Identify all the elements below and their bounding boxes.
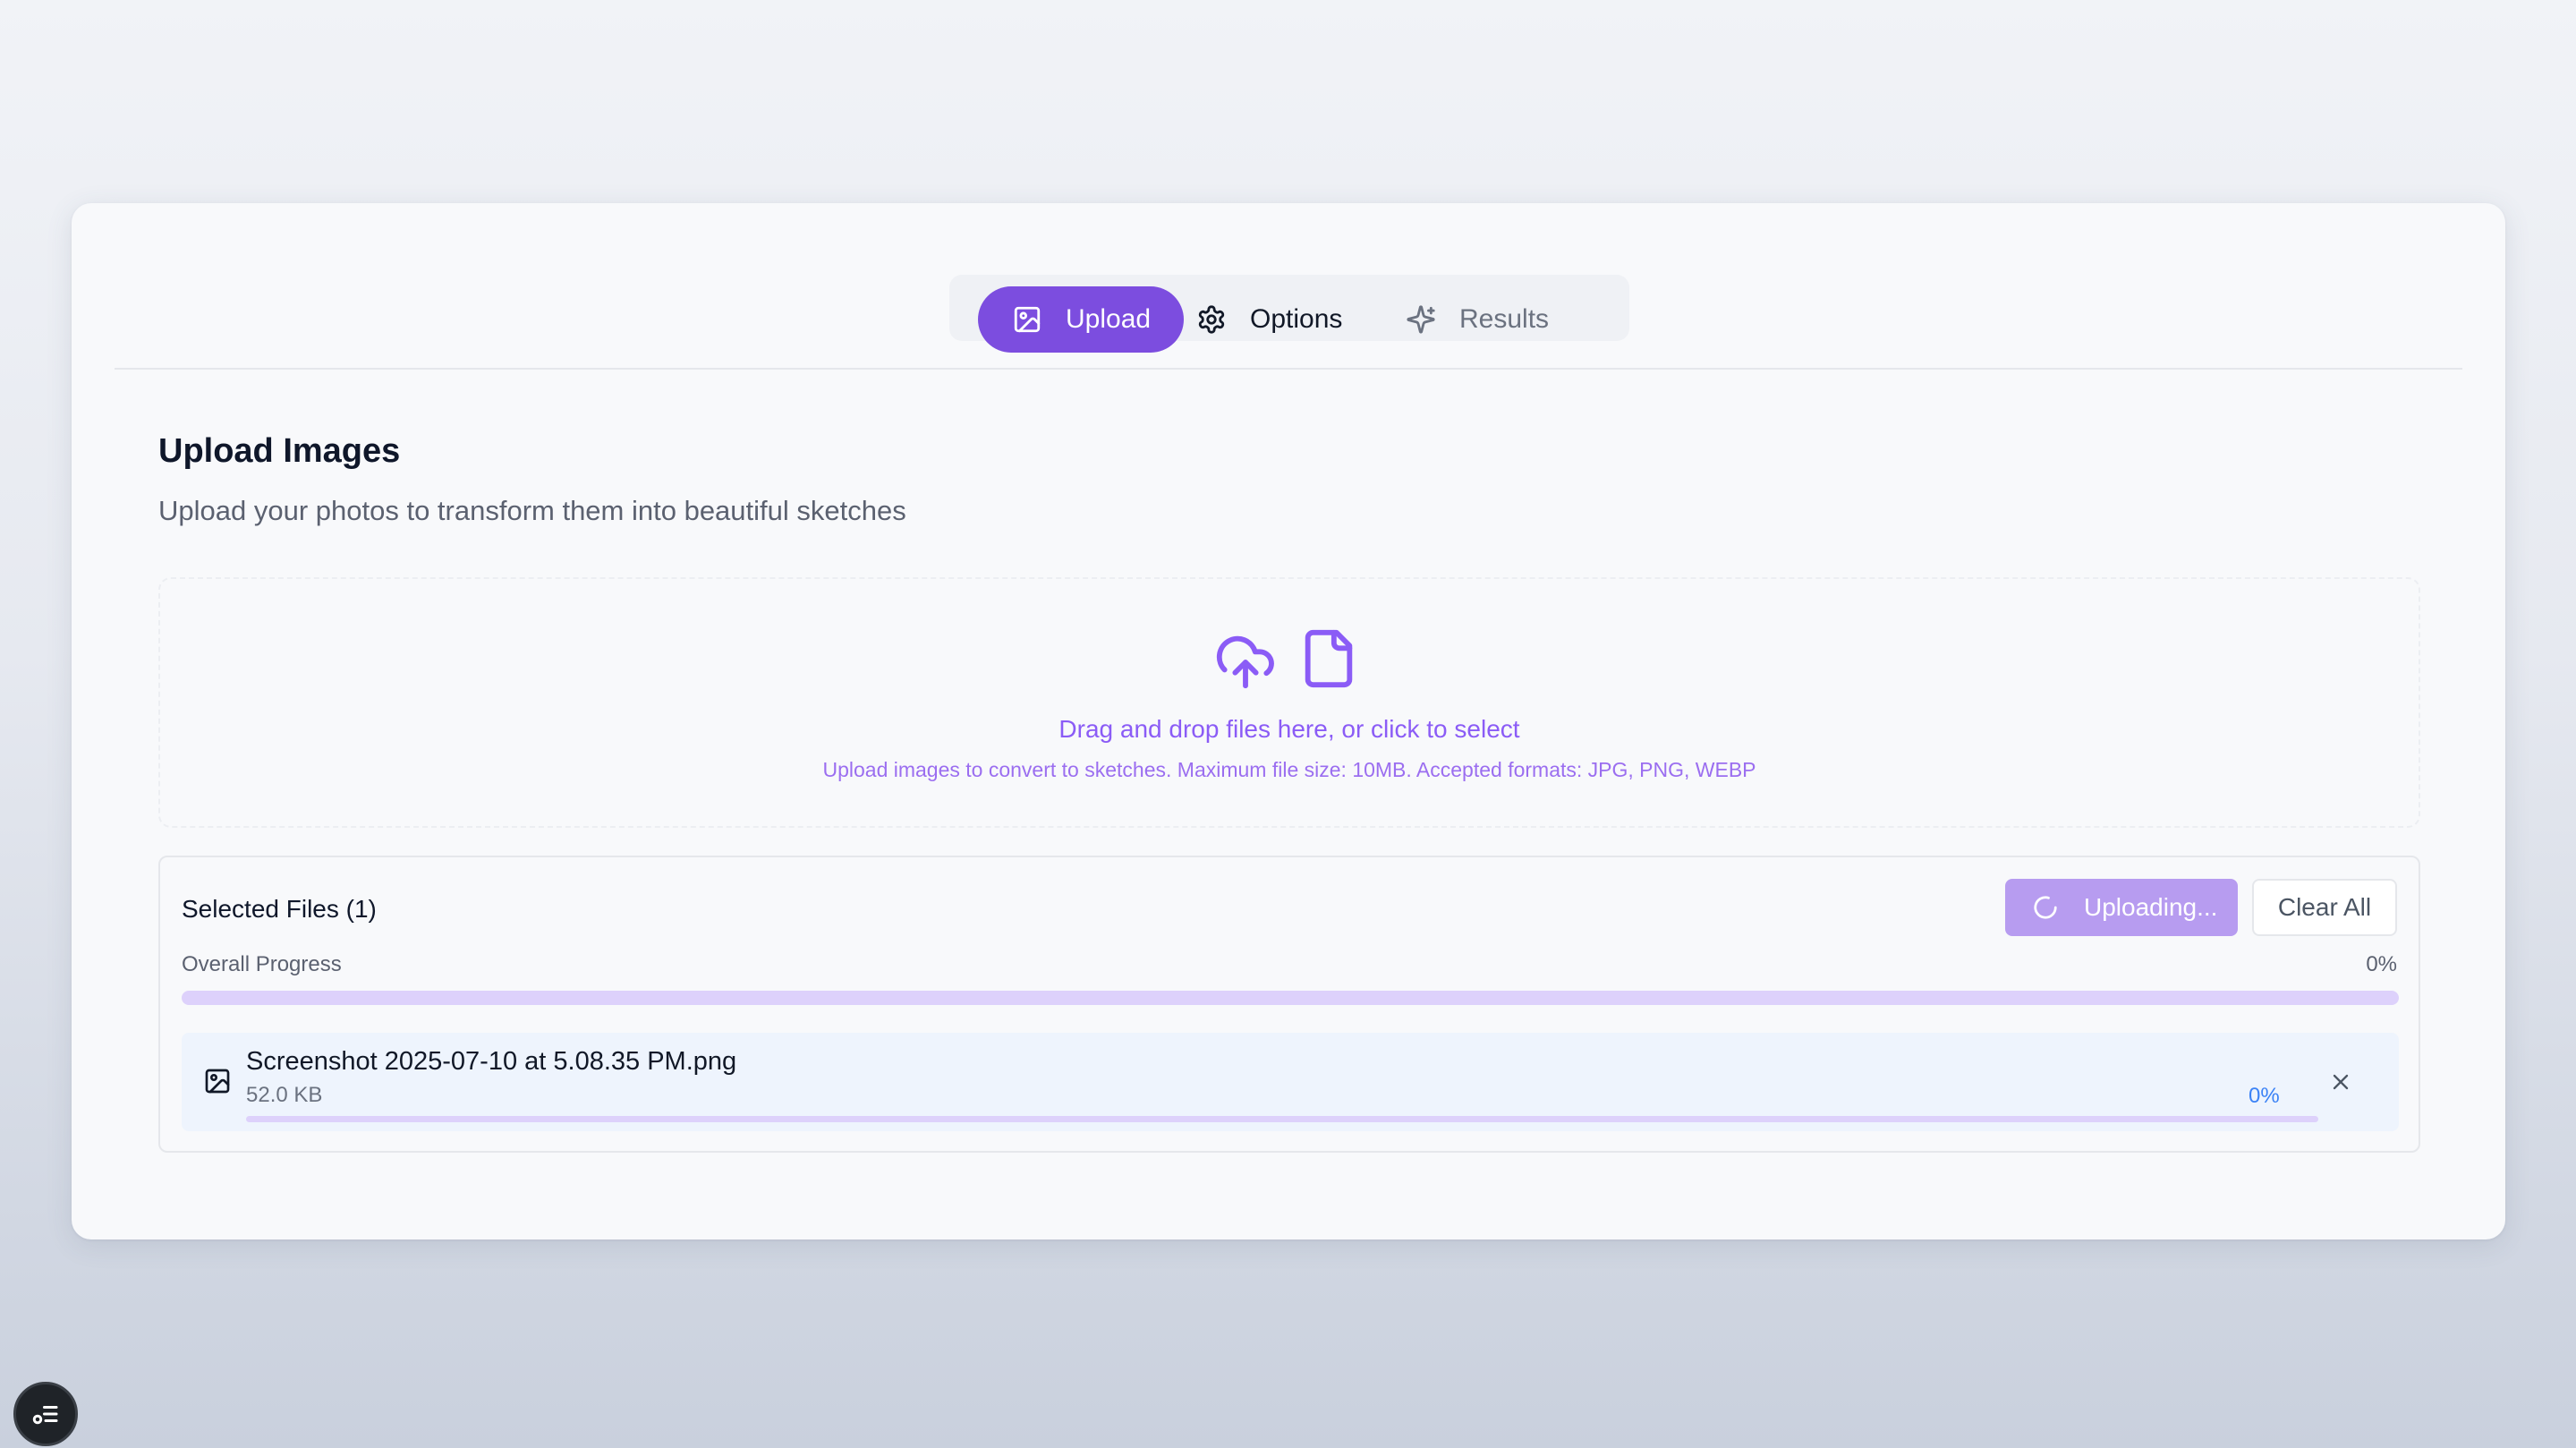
uploading-label: Uploading... [2084, 893, 2218, 921]
sparkles-icon [1406, 304, 1436, 335]
file-size: 52.0 KB [246, 1083, 323, 1107]
spinner-icon [2032, 894, 2059, 921]
tab-divider [115, 368, 2462, 370]
file-name: Screenshot 2025-07-10 at 5.08.35 PM.png [246, 1047, 737, 1076]
page-title: Upload Images [158, 432, 401, 470]
image-icon [1012, 304, 1042, 335]
image-file-icon [203, 1067, 232, 1095]
dropzone-secondary-text: Upload images to convert to sketches. Ma… [822, 758, 1756, 781]
tab-results-label: Results [1459, 304, 1550, 334]
tab-results[interactable]: Results [1406, 286, 1549, 353]
file-progress-bar [246, 1116, 2318, 1122]
floating-menu-button[interactable] [13, 1382, 78, 1446]
tab-options[interactable]: Options [1196, 286, 1342, 353]
dropzone-primary-text: Drag and drop files here, or click to se… [1058, 715, 1520, 743]
file-progress-percent: 0% [2249, 1084, 2280, 1108]
tab-bar: Upload Options Results [949, 275, 1629, 353]
tab-upload[interactable]: Upload [978, 286, 1184, 353]
selected-files-panel: Selected Files (1) Uploading... Clear Al… [158, 856, 2420, 1153]
upload-card: Upload Options Results Upload Images Upl… [72, 203, 2505, 1239]
page-subtitle: Upload your photos to transform them int… [158, 495, 906, 526]
tab-upload-label: Upload [1066, 304, 1152, 334]
remove-file-button[interactable] [2325, 1067, 2356, 1097]
overall-progress-bar [182, 991, 2399, 1005]
selected-files-title: Selected Files (1) [182, 895, 377, 923]
overall-progress-label: Overall Progress [182, 952, 342, 976]
dropzone-icons [1211, 624, 1360, 698]
tab-options-label: Options [1250, 304, 1343, 334]
file-dropzone[interactable]: Drag and drop files here, or click to se… [158, 577, 2420, 828]
gear-icon [1196, 304, 1227, 335]
cloud-upload-icon [1211, 631, 1279, 698]
clear-all-button[interactable]: Clear All [2252, 879, 2397, 936]
close-icon [2333, 1074, 2349, 1090]
overall-progress-percent: 0% [2366, 952, 2397, 976]
menu-list-icon [32, 1406, 58, 1425]
file-icon [1297, 624, 1360, 698]
uploading-button[interactable]: Uploading... [2005, 879, 2238, 936]
file-list-item: Screenshot 2025-07-10 at 5.08.35 PM.png … [182, 1033, 2399, 1131]
